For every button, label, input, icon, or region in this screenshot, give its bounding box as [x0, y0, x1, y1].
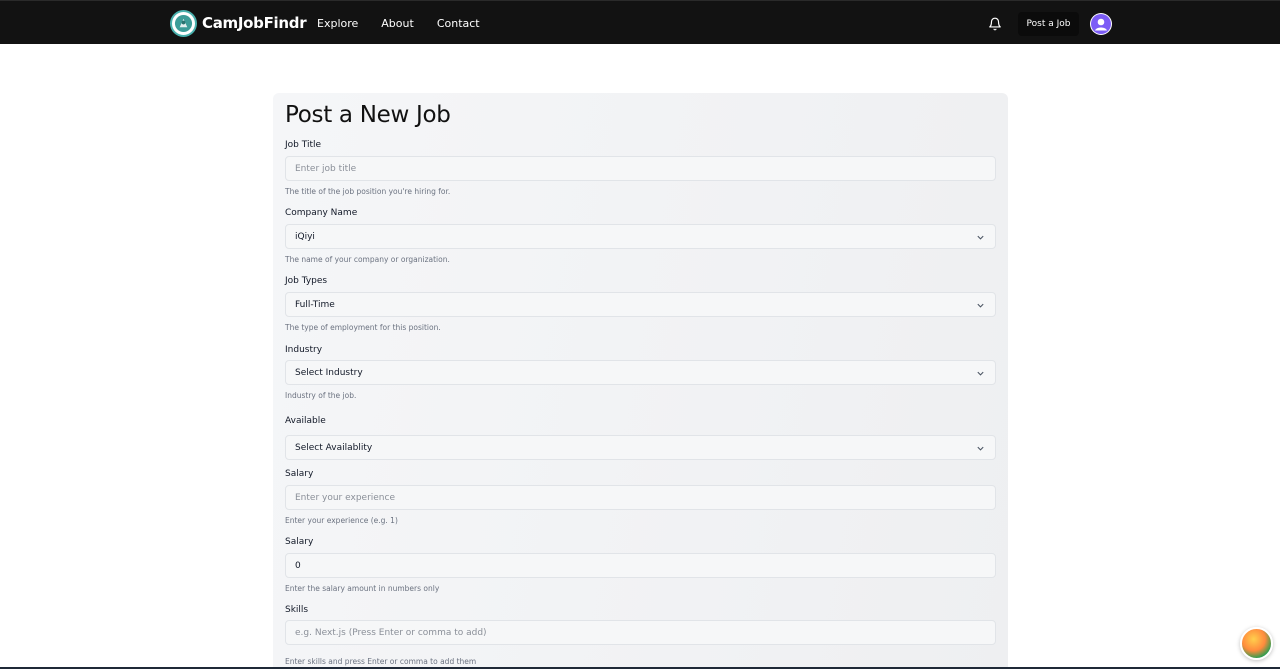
- availability-select[interactable]: Select Availablity: [285, 435, 996, 460]
- floating-assistant-icon[interactable]: [1240, 627, 1273, 660]
- nav-link-contact[interactable]: Contact: [437, 17, 480, 30]
- company-name-label: Company Name: [285, 208, 358, 218]
- job-types-select[interactable]: Full-Time: [285, 292, 996, 317]
- chevron-down-icon: [977, 446, 984, 451]
- industry-select[interactable]: Select Industry: [285, 360, 996, 385]
- main-nav: Explore About Contact: [317, 1, 503, 45]
- job-title-help: The title of the job position you're hir…: [285, 187, 451, 196]
- nav-link-about[interactable]: About: [381, 17, 414, 30]
- industry-label: Industry: [285, 345, 323, 355]
- experience-input[interactable]: Enter your experience: [285, 485, 996, 510]
- chevron-down-icon: [977, 303, 984, 308]
- skills-label: Skills: [285, 605, 309, 615]
- page-title: Post a New Job: [285, 102, 451, 128]
- company-name-select[interactable]: iQiyi: [285, 224, 996, 249]
- availability-value: Select Availablity: [295, 442, 373, 453]
- experience-label: Salary: [285, 469, 314, 479]
- bell-icon[interactable]: [988, 16, 1002, 31]
- post-job-form-card: Post a New Job Job Title Enter job title…: [273, 93, 1008, 669]
- salary-help: Enter the salary amount in numbers only: [285, 584, 440, 593]
- experience-help: Enter your experience (e.g. 1): [285, 516, 398, 525]
- salary-value: 0: [295, 560, 301, 571]
- available-label: Available: [285, 416, 326, 426]
- chevron-down-icon: [977, 235, 984, 240]
- brand-logo-icon: [170, 9, 197, 37]
- skills-input[interactable]: e.g. Next.js (Press Enter or comma to ad…: [285, 620, 996, 645]
- salary-input[interactable]: 0: [285, 553, 996, 578]
- skills-help: Enter skills and press Enter or comma to…: [285, 657, 477, 666]
- top-navbar: CamJobFindr Explore About Contact Post a…: [0, 0, 1280, 44]
- company-name-value: iQiyi: [295, 231, 315, 242]
- brand-name: CamJobFindr: [202, 14, 307, 32]
- job-title-placeholder: Enter job title: [295, 163, 357, 174]
- company-name-help: The name of your company or organization…: [285, 255, 450, 264]
- job-title-label: Job Title: [285, 140, 322, 150]
- chevron-down-icon: [977, 371, 984, 376]
- brand-home-link[interactable]: CamJobFindr: [170, 9, 307, 37]
- nav-link-explore[interactable]: Explore: [317, 17, 358, 30]
- job-title-input[interactable]: Enter job title: [285, 156, 996, 181]
- salary-label: Salary: [285, 537, 314, 547]
- job-types-label: Job Types: [285, 276, 328, 286]
- user-avatar-icon[interactable]: [1090, 13, 1112, 35]
- skills-placeholder: e.g. Next.js (Press Enter or comma to ad…: [295, 627, 487, 638]
- job-types-help: The type of employment for this position…: [285, 323, 441, 332]
- post-a-job-button[interactable]: Post a Job: [1018, 12, 1079, 36]
- experience-placeholder: Enter your experience: [295, 492, 395, 503]
- industry-help: Industry of the job.: [285, 391, 357, 400]
- industry-value: Select Industry: [295, 367, 363, 378]
- job-types-value: Full-Time: [295, 299, 335, 310]
